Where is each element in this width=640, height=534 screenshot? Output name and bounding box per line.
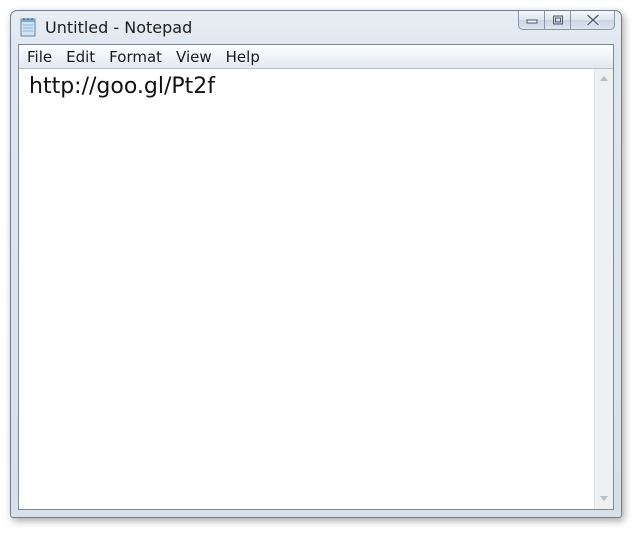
scroll-down-button[interactable] bbox=[595, 493, 613, 505]
scroll-up-arrow-icon bbox=[600, 76, 608, 81]
menu-view[interactable]: View bbox=[169, 45, 219, 69]
text-editor[interactable]: http://goo.gl/Pt2f bbox=[19, 69, 594, 509]
menu-help[interactable]: Help bbox=[219, 45, 267, 69]
close-button[interactable] bbox=[571, 11, 615, 30]
minimize-icon bbox=[526, 19, 537, 24]
notepad-window: Untitled - Notepad File Edit Format View… bbox=[10, 10, 622, 518]
window-title: Untitled - Notepad bbox=[45, 18, 193, 37]
notepad-icon[interactable] bbox=[20, 17, 36, 37]
menu-file[interactable]: File bbox=[19, 45, 59, 69]
editor-content[interactable]: http://goo.gl/Pt2f bbox=[29, 74, 215, 99]
restore-icon bbox=[552, 15, 563, 25]
client-area: File Edit Format View Help http://goo.gl… bbox=[18, 44, 614, 510]
title-bar[interactable]: Untitled - Notepad bbox=[11, 11, 621, 43]
scroll-up-button[interactable] bbox=[595, 73, 613, 85]
maximize-button[interactable] bbox=[545, 11, 571, 30]
caption-buttons bbox=[518, 11, 615, 31]
menu-edit[interactable]: Edit bbox=[59, 45, 102, 69]
minimize-button[interactable] bbox=[518, 11, 545, 30]
menu-format[interactable]: Format bbox=[102, 45, 169, 69]
close-icon bbox=[585, 14, 600, 26]
vertical-scrollbar[interactable] bbox=[594, 69, 613, 509]
menu-bar: File Edit Format View Help bbox=[19, 45, 613, 69]
scroll-down-arrow-icon bbox=[600, 496, 608, 501]
